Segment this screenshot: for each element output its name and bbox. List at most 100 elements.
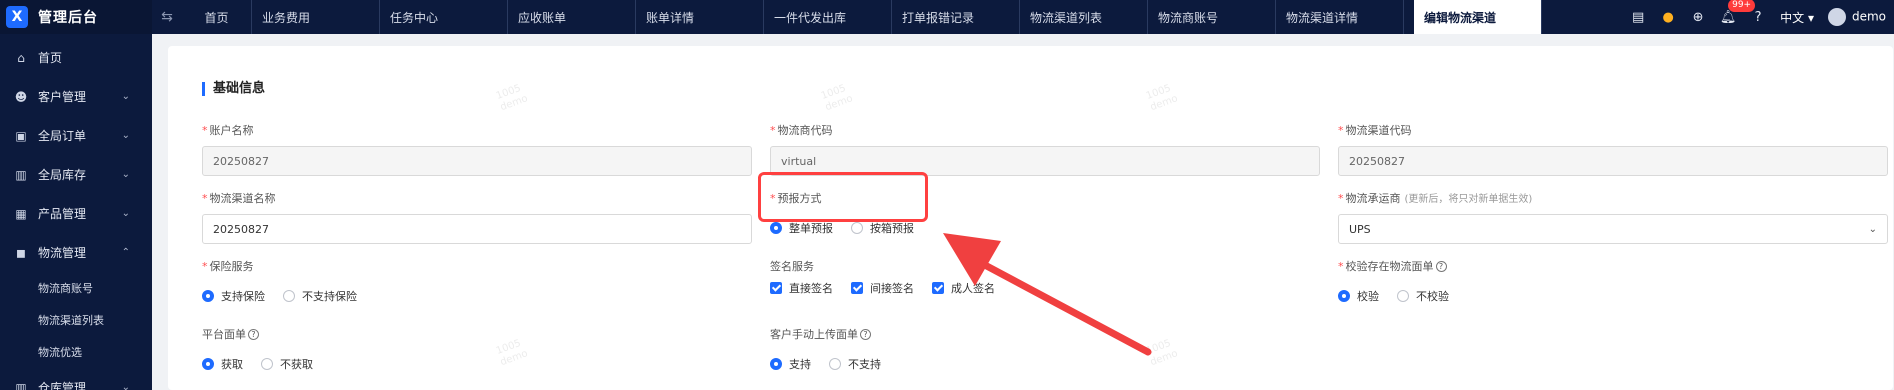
sidebar-item-customers[interactable]: ☻ 客户管理 ⌄ bbox=[0, 77, 152, 116]
chevron-down-icon: ⌄ bbox=[121, 382, 130, 390]
radio-whole-order[interactable]: 整单预报 bbox=[770, 220, 833, 236]
sidebar-item-label: 客户管理 bbox=[38, 90, 87, 104]
language-label: 中文 bbox=[1780, 10, 1805, 25]
radio-unchecked-icon bbox=[851, 222, 863, 234]
sidebar-item-label: 首页 bbox=[38, 51, 63, 65]
carrier-field: * 物流承运商 (更新后，将只对新单据生效) UPS ⌄ bbox=[1338, 190, 1888, 244]
radio-no-verify[interactable]: 不校验 bbox=[1397, 288, 1449, 304]
box-icon: ▦ bbox=[15, 206, 27, 221]
tab-business-fees[interactable]: 业务费用 bbox=[252, 0, 380, 34]
download-icon[interactable]: ⊕ bbox=[1690, 9, 1706, 25]
section-title: 基础信息 bbox=[202, 82, 265, 96]
radio-no-upload[interactable]: 不支持 bbox=[829, 356, 881, 372]
sidebar-item-orders[interactable]: ▣ 全局订单 ⌄ bbox=[0, 116, 152, 155]
sidebar-item-label: 仓库管理 bbox=[38, 381, 87, 390]
sidebar-item-products[interactable]: ▦ 产品管理 ⌄ bbox=[0, 194, 152, 233]
clipboard-icon: ▣ bbox=[15, 128, 27, 143]
language-switcher[interactable]: 中文 ▾ bbox=[1780, 9, 1814, 26]
home-icon: ⌂ bbox=[17, 50, 25, 65]
sidebar-item-label: 产品管理 bbox=[38, 207, 87, 221]
tab-bill-details[interactable]: 账单详情 bbox=[636, 0, 764, 34]
checkbox-indirect-signature[interactable]: 间接签名 bbox=[851, 280, 914, 296]
tab-print-error-records[interactable]: 打单报错记录 bbox=[892, 0, 1020, 34]
checkbox-direct-signature[interactable]: 直接签名 bbox=[770, 280, 833, 296]
radio-checked-icon bbox=[770, 358, 782, 370]
chevron-up-icon: ⌃ bbox=[121, 247, 130, 258]
main-content: 基础信息 1005 demo 1005 demo 1005 demo 1005 demo… bbox=[152, 34, 1894, 390]
radio-unchecked-icon bbox=[1397, 290, 1409, 302]
manual-upload-field: 客户手动上传面单? 支持 不支持 bbox=[770, 326, 1170, 372]
tab-edit-channel[interactable]: 编辑物流渠道 bbox=[1414, 0, 1542, 34]
document-icon[interactable]: ▤ bbox=[1630, 9, 1646, 25]
tab-provider-accounts[interactable]: 物流商账号 bbox=[1148, 0, 1276, 34]
chevron-down-icon: ⌄ bbox=[121, 130, 130, 141]
insurance-field: * 保险服务 支持保险 不支持保险 bbox=[202, 260, 357, 304]
radio-fetch[interactable]: 获取 bbox=[202, 356, 243, 372]
carrier-hint: (更新后，将只对新单据生效) bbox=[1404, 194, 1533, 205]
channel-name-field: * 物流渠道名称 20250827 bbox=[202, 190, 752, 244]
sidebar-subitem-logistics-preferred[interactable]: 物流优选 bbox=[0, 336, 152, 368]
radio-support-insurance[interactable]: 支持保险 bbox=[202, 288, 265, 304]
sidebar-item-logistics[interactable]: ◼ 物流管理 ⌃ bbox=[0, 233, 152, 272]
collapse-menu-icon[interactable]: ⇆ bbox=[152, 9, 182, 25]
avatar bbox=[1827, 8, 1846, 26]
brand: X 管理后台 bbox=[0, 0, 152, 34]
tab-dropship-outbound[interactable]: 一件代发出库 bbox=[764, 0, 892, 34]
channel-name-input[interactable]: 20250827 bbox=[202, 214, 752, 244]
top-bar: X 管理后台 ⇆ 首页 业务费用 任务中心 应收账单 账单详情 一件代发出库 打… bbox=[0, 0, 1894, 34]
sidebar-item-label: 全局订单 bbox=[38, 129, 87, 143]
carrier-value: UPS bbox=[1349, 222, 1371, 236]
sidebar-item-home[interactable]: ⌂ 首页 bbox=[0, 38, 152, 77]
channel-name-label: 物流渠道名称 bbox=[209, 192, 276, 205]
watermark: 1005 demo bbox=[1144, 82, 1180, 114]
radio-checked-icon bbox=[1338, 290, 1350, 302]
checkbox-checked-icon bbox=[851, 282, 863, 294]
channel-code-field: * 物流渠道代码 20250827 bbox=[1338, 122, 1888, 176]
watermark: 1005 demo bbox=[819, 82, 855, 114]
tab-task-center[interactable]: 任务中心 bbox=[380, 0, 508, 34]
sidebar-subitem-channel-list[interactable]: 物流渠道列表 bbox=[0, 304, 152, 336]
checkbox-adult-signature[interactable]: 成人签名 bbox=[932, 280, 995, 296]
radio-no-insurance[interactable]: 不支持保险 bbox=[283, 288, 357, 304]
radio-no-fetch[interactable]: 不获取 bbox=[261, 356, 313, 372]
platform-label-field: 平台面单? 获取 不获取 bbox=[202, 326, 602, 372]
manual-upload-label: 客户手动上传面单 bbox=[770, 328, 858, 341]
watermark: 1005 demo bbox=[494, 82, 530, 114]
radio-unchecked-icon bbox=[829, 358, 841, 370]
tab-channel-list[interactable]: 物流渠道列表 bbox=[1020, 0, 1148, 34]
provider-code-label: 物流商代码 bbox=[777, 124, 833, 137]
sidebar-subitem-provider-accounts[interactable]: 物流商账号 bbox=[0, 272, 152, 304]
tab-receivables[interactable]: 应收账单 bbox=[508, 0, 636, 34]
radio-verify[interactable]: 校验 bbox=[1338, 288, 1379, 304]
radio-support-upload[interactable]: 支持 bbox=[770, 356, 811, 372]
signature-field: 签名服务 直接签名 间接签名 成人签名 bbox=[770, 258, 1170, 296]
chevron-down-icon: ⌄ bbox=[1868, 224, 1877, 235]
channel-code-input[interactable]: 20250827 bbox=[1338, 146, 1888, 176]
sidebar-item-inventory[interactable]: ▥ 全局库存 ⌄ bbox=[0, 155, 152, 194]
radio-by-box[interactable]: 按箱预报 bbox=[851, 220, 914, 236]
robot-icon[interactable]: ● bbox=[1660, 9, 1676, 25]
warehouse-icon: ▥ bbox=[15, 167, 27, 182]
checkbox-checked-icon bbox=[932, 282, 944, 294]
sidebar-item-warehouse[interactable]: ▥ 仓库管理 ⌄ bbox=[0, 368, 152, 390]
account-name-input[interactable]: 20250827 bbox=[202, 146, 752, 176]
tab-home[interactable]: 首页 bbox=[182, 0, 252, 34]
chevron-down-icon: ⌄ bbox=[121, 208, 130, 219]
question-icon[interactable]: ? bbox=[248, 329, 259, 340]
warehouse-icon: ▥ bbox=[15, 380, 27, 390]
signature-label: 签名服务 bbox=[770, 260, 814, 273]
provider-code-field: * 物流商代码 virtual bbox=[770, 122, 1320, 176]
annotation-highlight-box bbox=[758, 172, 928, 222]
question-icon[interactable]: ? bbox=[1435, 261, 1447, 272]
radio-checked-icon bbox=[770, 222, 782, 234]
question-icon[interactable]: ? bbox=[860, 329, 871, 340]
tab-channel-details[interactable]: 物流渠道详情 bbox=[1276, 0, 1404, 34]
radio-checked-icon bbox=[202, 290, 214, 302]
carrier-select[interactable]: UPS ⌄ bbox=[1338, 214, 1888, 244]
platform-label-label: 平台面单 bbox=[202, 328, 246, 341]
tab-bar: 首页 业务费用 任务中心 应收账单 账单详情 一件代发出库 打单报错记录 物流渠… bbox=[182, 0, 1542, 34]
help-icon[interactable]: ? bbox=[1750, 9, 1766, 25]
channel-code-label: 物流渠道代码 bbox=[1345, 124, 1412, 137]
user-menu[interactable]: demo bbox=[1827, 8, 1886, 26]
bell-icon[interactable]: 🔔︎ 99+ bbox=[1720, 0, 1756, 25]
